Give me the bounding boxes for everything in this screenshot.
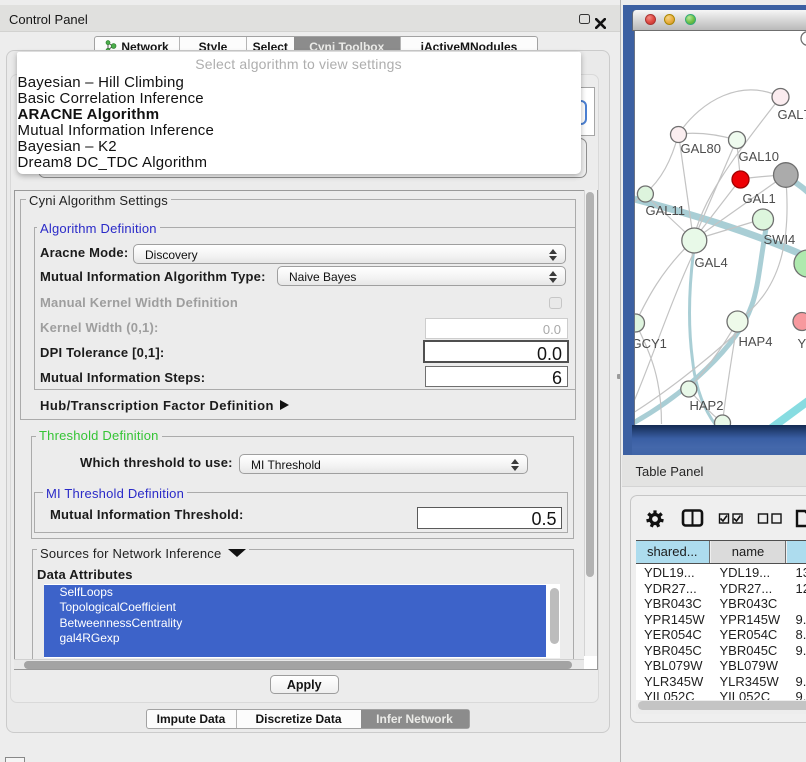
- svg-text:GAL80: GAL80: [680, 141, 720, 156]
- svg-text:SWI4: SWI4: [763, 232, 795, 247]
- svg-text:GAL7: GAL7: [777, 107, 806, 122]
- svg-text:GAL10: GAL10: [738, 149, 778, 164]
- svg-text:GAL11: GAL11: [645, 203, 685, 218]
- svg-text:GAL4: GAL4: [694, 255, 727, 270]
- svg-text:HAP2: HAP2: [689, 398, 723, 413]
- svg-text:GCY1: GCY1: [635, 336, 667, 351]
- svg-text:HAP4: HAP4: [738, 334, 772, 349]
- svg-text:Y: Y: [797, 336, 806, 351]
- svg-text:GAL1: GAL1: [742, 191, 775, 206]
